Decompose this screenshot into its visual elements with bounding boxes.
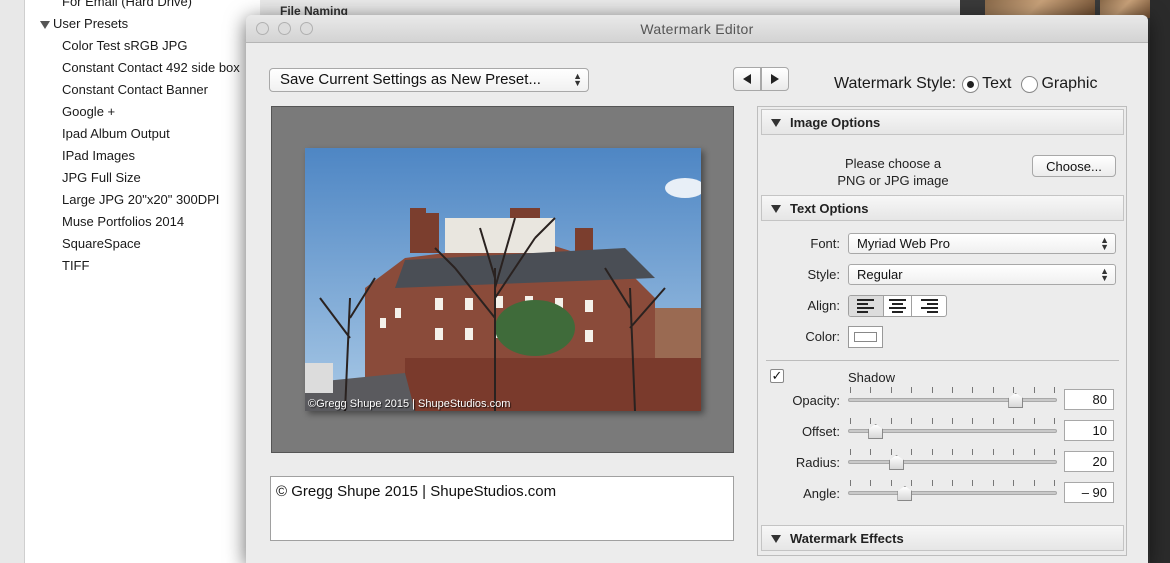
preset-dropdown[interactable]: Save Current Settings as New Preset... ▲… (269, 68, 589, 92)
opacity-slider-knob[interactable] (1008, 393, 1024, 408)
opacity-slider[interactable] (848, 387, 1057, 408)
previous-button[interactable] (733, 67, 761, 91)
arrow-right-icon (771, 74, 779, 84)
shadow-checkbox[interactable]: ✓ (770, 369, 784, 383)
style-label: Style: (807, 267, 840, 282)
style-dropdown[interactable]: Regular ▲ ▼ (848, 264, 1116, 285)
preset-dropdown-label: Save Current Settings as New Preset... (280, 71, 541, 88)
angle-slider-knob[interactable] (897, 486, 913, 501)
opacity-value-field[interactable]: 80 (1064, 389, 1114, 410)
choose-image-message: Please choose a PNG or JPG image (818, 155, 968, 189)
preset-item[interactable]: For Email (Hard Drive) (62, 0, 192, 9)
watermark-text-input[interactable]: © Gregg Shupe 2015 | ShupeStudios.com (270, 476, 734, 541)
user-presets-label: User Presets (53, 16, 129, 31)
style-value: Regular (857, 267, 903, 282)
chevron-updown-icon: ▲ ▼ (1100, 266, 1109, 283)
style-graphic-label[interactable]: Graphic (1041, 75, 1097, 93)
preset-item[interactable]: TIFF (62, 258, 89, 273)
align-segmented-control (848, 295, 947, 317)
preview-photo: ©Gregg Shupe 2015 | ShupeStudios.com (305, 148, 701, 411)
disclosure-triangle-icon[interactable] (771, 205, 781, 213)
user-presets-group[interactable]: User Presets (40, 16, 128, 31)
offset-label: Offset: (801, 424, 840, 439)
next-button[interactable] (761, 67, 789, 91)
window-title: Watermark Editor (640, 21, 754, 37)
watermark-style-group: Watermark Style: Text Graphic (834, 75, 1097, 93)
offset-slider-knob[interactable] (868, 424, 884, 439)
watermark-effects-title: Watermark Effects (790, 531, 904, 546)
preset-item[interactable]: Constant Contact Banner (62, 82, 208, 97)
chevron-updown-icon: ▲ ▼ (1100, 235, 1109, 252)
color-label: Color: (805, 329, 840, 344)
preset-item[interactable]: SquareSpace (62, 236, 141, 251)
color-swatch-fill (854, 332, 877, 342)
preset-item[interactable]: JPG Full Size (62, 170, 141, 185)
offset-slider[interactable] (848, 418, 1057, 439)
watermark-effects-header[interactable]: Watermark Effects (761, 525, 1124, 551)
image-options-header[interactable]: Image Options (761, 109, 1124, 135)
angle-slider[interactable] (848, 480, 1057, 501)
offset-value-field[interactable]: 10 (1064, 420, 1114, 441)
style-text-label[interactable]: Text (982, 75, 1011, 93)
disclosure-triangle-icon[interactable] (40, 20, 50, 29)
font-dropdown[interactable]: Myriad Web Pro ▲ ▼ (848, 233, 1116, 254)
preset-item[interactable]: Google + (62, 104, 115, 119)
radius-slider-knob[interactable] (889, 455, 905, 470)
angle-label: Angle: (803, 486, 840, 501)
font-value: Myriad Web Pro (857, 236, 950, 251)
align-label: Align: (807, 298, 840, 313)
disclosure-triangle-icon[interactable] (771, 535, 781, 543)
align-right-button[interactable] (912, 296, 946, 316)
image-options-title: Image Options (790, 115, 881, 130)
background-filmstrip (1150, 0, 1170, 563)
preset-item[interactable]: Muse Portfolios 2014 (62, 214, 184, 229)
radius-label: Radius: (795, 455, 840, 470)
arrow-left-icon (743, 74, 751, 84)
chevron-updown-icon: ▲ ▼ (573, 71, 582, 88)
align-center-button[interactable] (884, 296, 912, 316)
title-bar: Watermark Editor (246, 15, 1148, 43)
angle-value-field[interactable]: – 90 (1064, 482, 1114, 503)
preset-item[interactable]: Large JPG 20"x20" 300DPI (62, 192, 219, 207)
watermark-style-label: Watermark Style: (834, 75, 957, 92)
building-photo-image (305, 148, 701, 411)
preset-item[interactable]: Color Test sRGB JPG (62, 38, 187, 53)
text-options-title: Text Options (790, 201, 869, 216)
style-graphic-radio[interactable] (1021, 75, 1039, 93)
watermark-preview: ©Gregg Shupe 2015 | ShupeStudios.com (271, 106, 734, 453)
preset-item[interactable]: IPad Images (62, 148, 135, 163)
background-file-naming-section: File Naming (260, 0, 960, 18)
opacity-label: Opacity: (792, 393, 840, 408)
watermark-editor-window: Watermark Editor Save Current Settings a… (246, 15, 1148, 563)
section-divider (766, 360, 1119, 361)
choose-image-message-line1: Please choose a (844, 156, 942, 171)
style-text-radio[interactable] (962, 75, 980, 93)
font-label: Font: (810, 236, 840, 251)
shadow-label: Shadow (848, 370, 895, 385)
choose-image-message-line2: PNG or JPG image (837, 173, 949, 188)
choose-button[interactable]: Choose... (1032, 155, 1116, 177)
preset-item[interactable]: Ipad Album Output (62, 126, 170, 141)
radius-value-field[interactable]: 20 (1064, 451, 1114, 472)
preview-watermark-text: ©Gregg Shupe 2015 | ShupeStudios.com (308, 398, 511, 410)
export-preset-list: For Email (Hard Drive) User Presets Colo… (25, 0, 265, 563)
align-left-button[interactable] (849, 296, 885, 316)
disclosure-triangle-icon[interactable] (771, 119, 781, 127)
background-sidebar (0, 0, 25, 563)
color-swatch[interactable] (848, 326, 883, 348)
options-panel: Image Options Please choose a PNG or JPG… (757, 106, 1127, 556)
preset-item[interactable]: Constant Contact 492 side box (62, 60, 240, 75)
text-options-header[interactable]: Text Options (761, 195, 1124, 221)
radius-slider[interactable] (848, 449, 1057, 470)
